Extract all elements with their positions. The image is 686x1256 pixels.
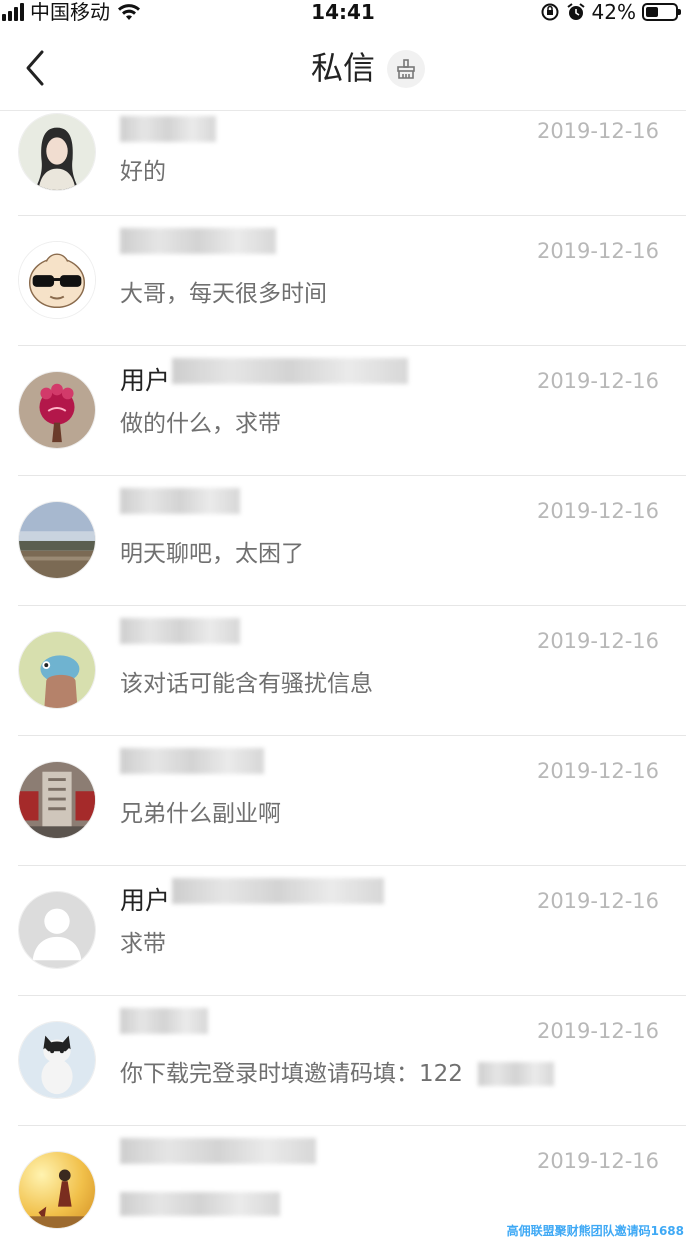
status-bar: 中国移动 14:41 42%: [0, 0, 686, 24]
avatar[interactable]: [18, 761, 96, 839]
message-date: 2019-12-16: [536, 369, 659, 393]
avatar[interactable]: [18, 631, 96, 709]
conversation-row[interactable]: 大哥，每天很多时间 2019-12-16: [0, 216, 686, 346]
avatar[interactable]: [18, 891, 96, 969]
orientation-lock-icon: [541, 3, 559, 21]
message-date: 2019-12-16: [536, 239, 659, 263]
conversation-row[interactable]: 兄弟什么副业啊 2019-12-16: [0, 736, 686, 866]
message-date: 2019-12-16: [536, 759, 659, 783]
conversation-row[interactable]: 该对话可能含有骚扰信息 2019-12-16: [0, 606, 686, 736]
conversation-row[interactable]: 明天聊吧，太困了 2019-12-16: [0, 476, 686, 606]
avatar[interactable]: [18, 241, 96, 319]
avatar[interactable]: [18, 501, 96, 579]
avatar[interactable]: [18, 1021, 96, 1099]
page-title: 私信: [310, 49, 375, 87]
nav-bar: 私信: [0, 24, 686, 111]
conversation-row[interactable]: 用户 做的什么，求带 2019-12-16: [0, 346, 686, 476]
battery-icon: [642, 3, 681, 21]
alarm-icon: [566, 3, 585, 20]
conversation-row[interactable]: 用户 求带 2019-12-16: [0, 866, 686, 996]
watermark: 高佣联盟聚财熊团队邀请码1688: [506, 1224, 684, 1238]
conversation-row[interactable]: 好的 2019-12-16: [0, 110, 686, 216]
message-date: 2019-12-16: [536, 629, 659, 653]
avatar[interactable]: [18, 371, 96, 449]
clear-unread-button[interactable]: [387, 50, 425, 88]
message-preview: 求带: [120, 931, 166, 957]
message-preview: 明天聊吧，太困了: [120, 541, 304, 567]
message-preview: 你下载完登录时填邀请码填：122: [120, 1061, 463, 1087]
message-preview: 好的: [120, 159, 166, 185]
message-date: 2019-12-16: [536, 499, 659, 523]
contact-name: 用户: [120, 886, 171, 915]
message-preview: 做的什么，求带: [120, 411, 281, 437]
battery-percent: 42%: [591, 0, 636, 24]
message-preview: 兄弟什么副业啊: [120, 801, 281, 827]
broom-icon: [397, 59, 415, 79]
message-date: 2019-12-16: [536, 119, 659, 143]
message-preview: 该对话可能含有骚扰信息: [120, 671, 373, 697]
conversation-list: 好的 2019-12-16 大哥，每天很多时间 2019-12-16 用户 做的…: [0, 110, 686, 1256]
message-date: 2019-12-16: [536, 1019, 659, 1043]
contact-name: 用户: [120, 366, 171, 395]
message-date: 2019-12-16: [536, 889, 659, 913]
avatar[interactable]: [18, 1151, 96, 1229]
message-date: 2019-12-16: [536, 1149, 659, 1173]
conversation-row[interactable]: 你下载完登录时填邀请码填：122 2019-12-16: [0, 996, 686, 1126]
message-preview: 大哥，每天很多时间: [120, 281, 327, 307]
avatar[interactable]: [18, 113, 96, 191]
